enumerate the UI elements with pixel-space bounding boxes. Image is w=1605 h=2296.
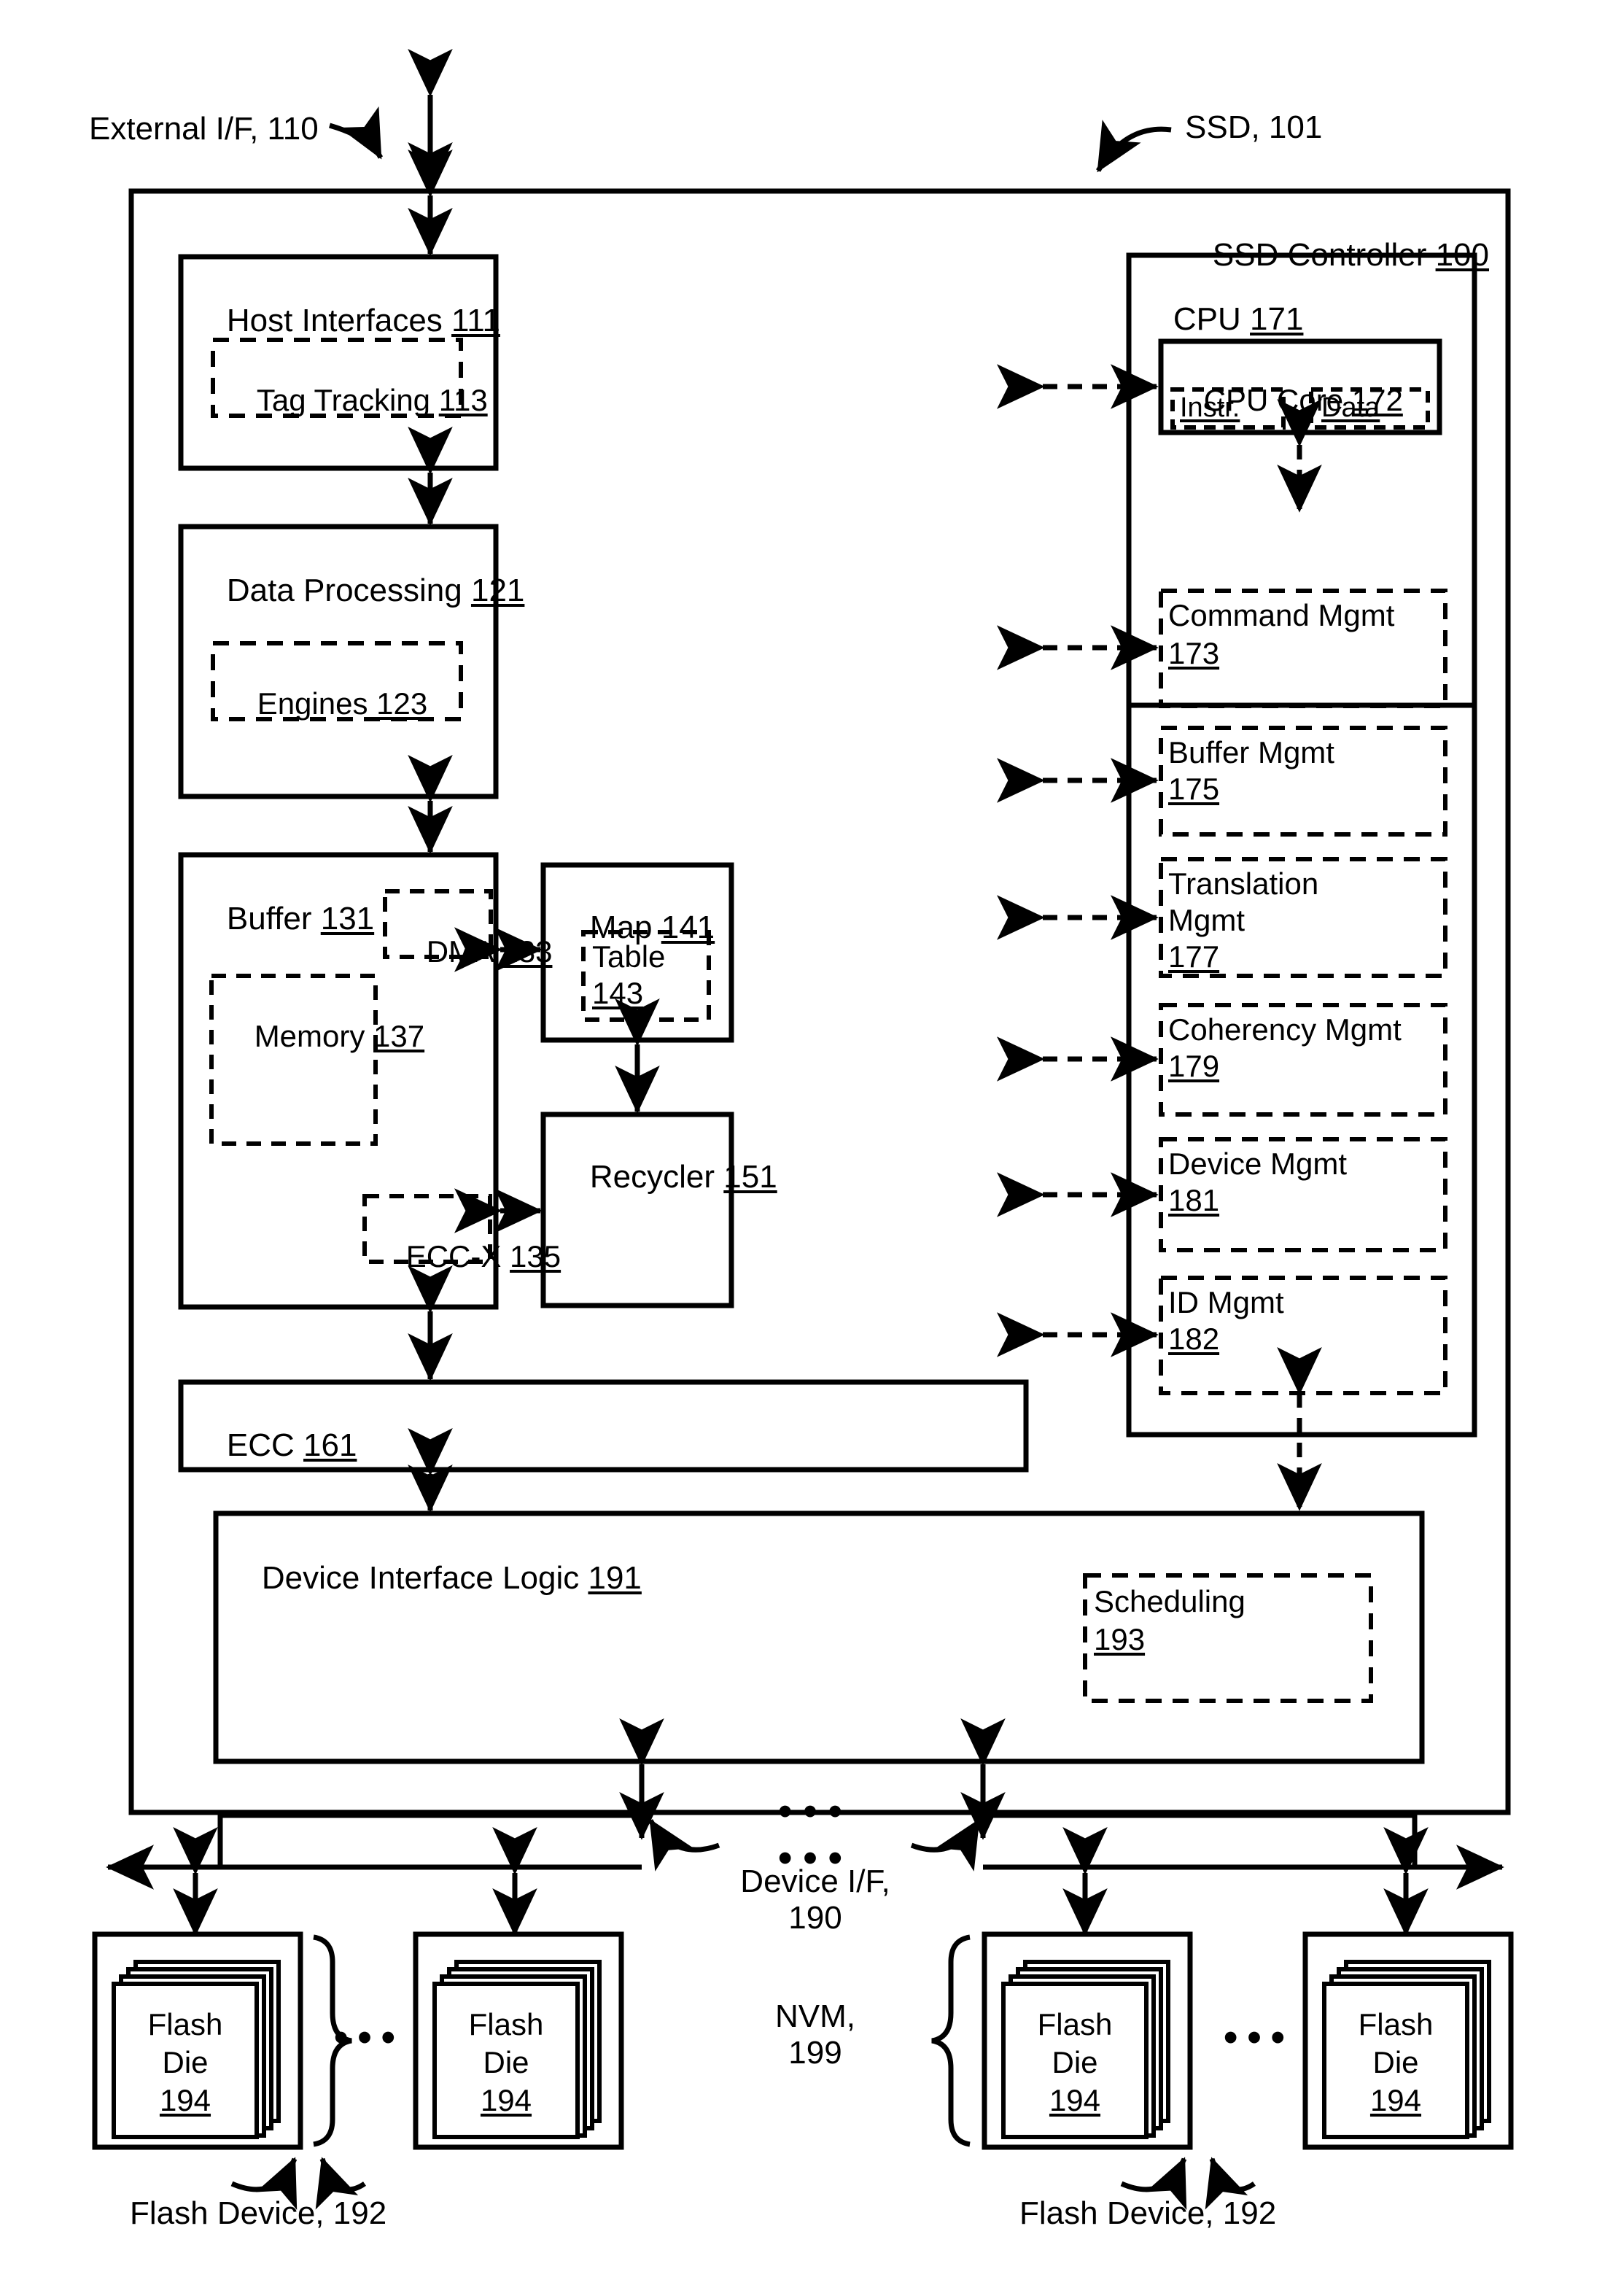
ssd-controller-title-ref: 100 — [1435, 237, 1489, 274]
engines-label: Engines 123 — [223, 652, 428, 755]
coherency-mgmt-text: Coherency Mgmt — [1168, 1012, 1402, 1047]
dma-text: DMA — [426, 934, 502, 969]
flash-device-leader-left-b — [315, 2157, 366, 2210]
device-interface-logic-label: Device Interface Logic 191 — [226, 1524, 642, 1632]
map-ref: 141 — [661, 910, 715, 946]
dma-ref: 133 — [501, 934, 553, 969]
ecc-x-text: ECC-X — [405, 1239, 510, 1274]
flash-die-line2-1: Die — [162, 2045, 209, 2079]
nvm-callout-line2: 199 — [788, 2035, 842, 2071]
cpu-title-ref: 171 — [1250, 301, 1304, 338]
translation-mgmt-text: Translation — [1168, 866, 1319, 901]
recycler-text: Recycler — [589, 1159, 724, 1195]
host-interfaces-text: Host Interfaces — [226, 303, 452, 339]
bus-left-upper — [217, 1812, 642, 1867]
ssd-leader — [1095, 120, 1172, 173]
flash-device-callout-right: Flash Device, 192 — [1019, 2195, 1277, 2231]
scheduling-label-ref: 193 — [1094, 1622, 1146, 1656]
flash-device-callout-left: Flash Device, 192 — [130, 2195, 387, 2231]
flash-die-line1-2: Flash — [468, 2007, 544, 2041]
cpu-data-label: Data — [1321, 392, 1380, 423]
flash-die-ref-2: 194 — [480, 2083, 532, 2117]
table-label-ref: 143 — [592, 976, 644, 1010]
command-mgmt-ref: 173 — [1168, 636, 1220, 670]
ecc-text: ECC — [226, 1427, 304, 1464]
buffer-ref: 131 — [320, 901, 375, 937]
flash-die-line1-1: Flash — [147, 2007, 223, 2041]
external-if-callout: External I/F, 110 — [89, 111, 319, 147]
host-interfaces-ref: 111 — [451, 303, 500, 339]
data-processing-text: Data Processing — [226, 573, 471, 609]
recycler-ref: 151 — [723, 1159, 777, 1195]
buffer-label: Buffer 131 — [191, 865, 374, 973]
scheduling-label-line1: Scheduling — [1094, 1584, 1245, 1618]
flash-die-line2-2: Die — [483, 2045, 529, 2079]
data-processing-ref: 121 — [470, 573, 525, 609]
nvm-callout-line1: NVM, — [775, 1998, 855, 2034]
engines-text: Engines — [257, 686, 377, 721]
bus-right-upper — [983, 1812, 1418, 1867]
buffer-mgmt-text: Buffer Mgmt — [1168, 735, 1334, 769]
ssd-callout: SSD, 101 — [1185, 109, 1323, 145]
bus-ellipsis-bottom: ••• — [777, 1834, 853, 1882]
ecc-label: ECC 161 — [191, 1392, 357, 1500]
device-if-leader-right — [910, 1818, 981, 1872]
command-mgmt-text: Command Mgmt — [1168, 598, 1395, 632]
engines-ref: 123 — [376, 686, 428, 721]
ecc-ref: 161 — [303, 1427, 357, 1464]
flash-die-line1-4: Flash — [1358, 2007, 1434, 2041]
figure-canvas: External I/F, 110 SSD, 101 Device I/F, 1… — [0, 0, 1605, 2296]
tag-tracking-text: Tag Tracking — [256, 383, 439, 418]
ecc-x-ref: 135 — [510, 1239, 561, 1274]
memory-ref: 137 — [373, 1019, 425, 1054]
device-mgmt-ref: 181 — [1168, 1183, 1220, 1217]
flash-die-ref-1: 194 — [159, 2083, 211, 2117]
flash-device-leader-right-b — [1205, 2157, 1256, 2210]
flash-device-leader-right-a — [1120, 2157, 1187, 2211]
device-interface-logic-ref: 191 — [588, 1560, 642, 1597]
tag-tracking-label: Tag Tracking 113 — [223, 349, 488, 451]
flash-die-ref-4: 194 — [1369, 2083, 1422, 2117]
device-interface-logic-text: Device Interface Logic — [261, 1560, 588, 1597]
coherency-mgmt-ref: 179 — [1168, 1049, 1220, 1083]
cpu-title-text: CPU — [1173, 301, 1251, 338]
tag-tracking-ref: 113 — [438, 383, 488, 418]
recycler-label: Recycler 151 — [554, 1123, 777, 1231]
data-processing-label: Data Processing 121 — [191, 537, 524, 645]
flash-die-line1-3: Flash — [1037, 2007, 1113, 2041]
memory-label: Memory 137 — [220, 985, 424, 1087]
flash-die-ref-3: 194 — [1049, 2083, 1101, 2117]
external-if-leader — [329, 106, 384, 160]
translation-mgmt-text2: Mgmt — [1168, 903, 1245, 937]
dies-ellipsis-left: ••• — [333, 2014, 405, 2061]
bus-ellipsis-top: ••• — [777, 1788, 853, 1835]
table-label-line1: Table — [592, 939, 666, 974]
buffer-mgmt-ref: 175 — [1168, 772, 1220, 806]
id-mgmt-ref: 182 — [1168, 1322, 1220, 1356]
device-if-leader-left — [648, 1818, 720, 1872]
buffer-text: Buffer — [226, 901, 321, 937]
device-if-callout-line2: 190 — [788, 1900, 842, 1936]
cpu-instr-label: Instr. — [1180, 392, 1240, 423]
flash-die-line2-4: Die — [1372, 2045, 1419, 2079]
ecc-x-label: ECC-X 135 — [372, 1205, 561, 1308]
device-mgmt-text: Device Mgmt — [1168, 1147, 1348, 1181]
id-mgmt-text: ID Mgmt — [1168, 1285, 1284, 1319]
brace-right-group — [931, 1934, 971, 2147]
memory-text: Memory — [254, 1019, 374, 1054]
translation-mgmt-ref: 177 — [1168, 939, 1220, 974]
flash-die-line2-3: Die — [1052, 2045, 1098, 2079]
flash-device-leader-left-a — [230, 2157, 298, 2211]
dies-ellipsis-right: ••• — [1223, 2014, 1294, 2061]
